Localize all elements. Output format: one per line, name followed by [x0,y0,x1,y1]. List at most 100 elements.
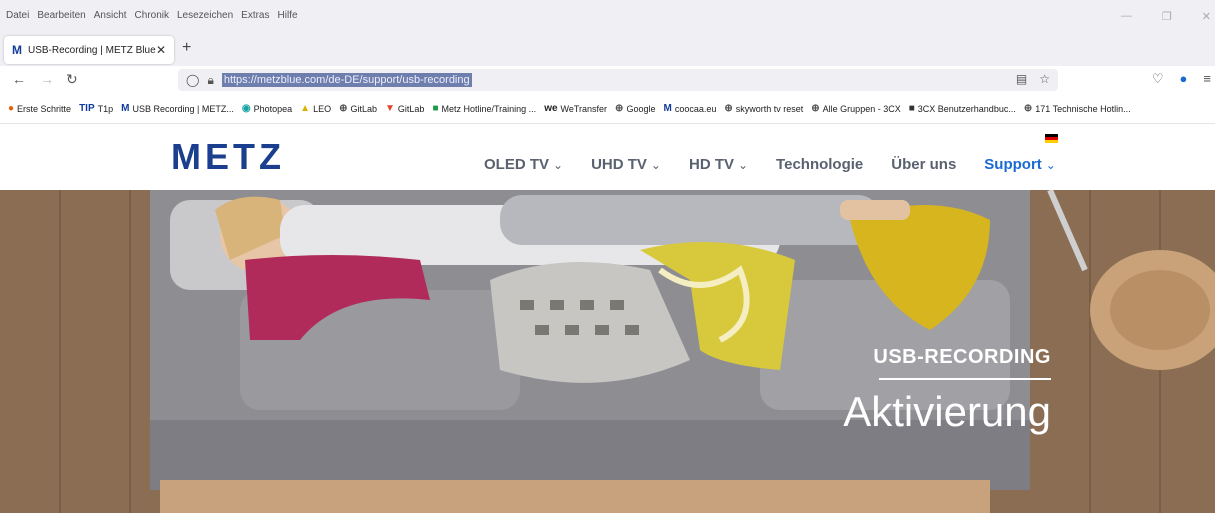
globe-icon: ⊕ [615,103,624,114]
bookmark-label: GitLab [397,103,425,114]
app-menu-icon[interactable]: ≡ [1203,71,1211,87]
tab-usb-recording[interactable]: M USB-Recording | METZ Blue ✕ [4,36,174,64]
chevron-down-icon: ⌄ [650,158,661,172]
nav-item-label: HD TV [688,156,734,173]
bookmark-label: 3CX Benutzerhandbuc... [917,103,1016,114]
bookmark-item[interactable]: ◉ Photopea [242,103,292,114]
bookmark-label: skyworth tv reset [735,103,804,114]
bookmark-item[interactable]: ■ Metz Hotline/Training ... [432,103,536,114]
chevron-down-icon: ⌄ [737,158,749,172]
restore-icon[interactable]: ❐ [1162,10,1172,23]
reader-view-icon[interactable]: ▤ [1016,72,1027,86]
bookmark-item[interactable]: ⊕ GitLab [339,103,377,114]
leo-icon: ▲ [300,103,311,114]
menu-bar: Datei Bearbeiten Ansicht Chronik Lesezei… [0,0,1215,32]
nav-item-oled-tv[interactable]: OLED TV ⌄ [484,156,563,173]
metz-icon: M [663,103,672,114]
globe-icon: ⊕ [724,103,733,114]
menu-extras[interactable]: Extras [241,10,269,21]
nav-item-hd-tv[interactable]: HD TV ⌄ [689,156,748,173]
url-bar[interactable]: ◯ 🔒︎ https://metzblue.com/de-DE/support/… [178,69,1058,91]
menu-datei[interactable]: Datei [6,10,29,21]
bookmark-item[interactable]: TIP T1p [79,103,113,114]
bookmark-label: USB Recording | METZ... [132,103,234,114]
menu-bearbeiten[interactable]: Bearbeiten [37,10,85,21]
chevron-down-icon: ⌄ [553,158,564,172]
hero-kicker: USB-RECORDING [873,346,1051,368]
bookmark-item[interactable]: ▲ LEO [300,103,331,114]
bookmark-item[interactable]: M USB Recording | METZ... [121,103,234,114]
nav-item-label: Support [984,156,1042,173]
bookmark-label: T1p [97,103,114,114]
bookmark-label: Alle Gruppen - 3CX [822,103,901,114]
bookmark-item[interactable]: Mcoocaa.eu [663,103,716,114]
globe-icon: ⊕ [339,103,348,114]
lock-icon[interactable]: 🔒︎ [207,73,213,88]
bookmark-star-icon[interactable]: ☆ [1039,72,1050,86]
bookmarks-bar: ● Erste Schritte TIP T1p M USB Recording | ME… [0,94,1215,124]
metz-logo[interactable]: METZ [171,136,285,178]
minimize-icon[interactable]: — [1121,10,1132,23]
menu-chronik[interactable]: Chronik [135,10,169,21]
toolbar-right: ♡ ● ≡ [1152,71,1211,87]
url-text[interactable]: https://metzblue.com/de-DE/support/usb-r… [221,73,472,87]
bookmark-label: Photopea [253,103,293,114]
bookmark-label: Metz Hotline/Training ... [441,103,537,114]
nav-item--ber-uns[interactable]: Über uns [891,156,956,173]
tab-bar: M USB-Recording | METZ Blue ✕ + [0,32,1215,66]
menu-lesezeichen[interactable]: Lesezeichen [177,10,233,21]
site-header: METZ OLED TV ⌄ UHD TV ⌄ HD TV ⌄ Technologie Übe… [0,124,1215,190]
photopea-icon: ◉ [241,103,251,114]
hero-divider [879,378,1051,380]
globe-icon: ⊕ [811,103,820,114]
bookmark-label: GitLab [350,103,377,114]
metz-favicon-icon: M [12,43,22,57]
back-icon[interactable]: ← [12,71,26,87]
bookmark-item[interactable]: we WeTransfer [544,103,607,114]
de-flag-icon[interactable] [1045,134,1058,143]
bookmark-label: WeTransfer [560,103,608,114]
account-icon[interactable]: ● [1180,71,1188,87]
close-tab-icon[interactable]: ✕ [156,43,166,57]
menu-items: Datei Bearbeiten Ansicht Chronik Lesezei… [6,10,298,21]
nav-item-technologie[interactable]: Technologie [776,156,863,173]
pocket-icon[interactable]: ♡ [1152,71,1164,87]
firefox-icon: ● [8,103,15,114]
bookmark-item[interactable]: ● Erste Schritte [8,103,71,114]
nav-item-support[interactable]: Support ⌄ [984,156,1056,173]
forward-icon[interactable]: → [40,71,54,87]
wetransfer-icon: we [544,103,558,114]
main-navigation: OLED TV ⌄ UHD TV ⌄ HD TV ⌄ Technologie Über uns… [484,156,1056,173]
tab-title: USB-Recording | METZ Blue [28,44,156,56]
hero-title: Aktivierung [843,388,1051,435]
bookmark-item[interactable]: ⊕ Alle Gruppen - 3CX [811,103,900,114]
metz-icon: M [121,103,130,114]
menu-hilfe[interactable]: Hilfe [278,10,298,21]
tip-icon: TIP [79,103,95,114]
bookmark-item[interactable]: ⊕ Google [615,103,655,114]
reload-icon[interactable]: ↻ [66,71,78,88]
gitlab-icon: ▼ [385,103,395,114]
bookmark-item[interactable]: ▼ GitLab [385,103,424,114]
menu-ansicht[interactable]: Ansicht [94,10,127,21]
bookmark-item[interactable]: ⊕ 171 Technische Hotlin... [1024,103,1131,114]
hero-banner: USB-RECORDING Aktivierung [0,190,1215,513]
close-window-icon[interactable]: ✕ [1202,10,1211,23]
nav-item-uhd-tv[interactable]: UHD TV ⌄ [591,156,661,173]
nav-item-label: Über uns [891,156,957,173]
3cx-icon: ■ [908,103,915,114]
bookmark-label: coocaa.eu [674,103,717,114]
bookmark-label: Erste Schritte [17,103,72,114]
shield-icon[interactable]: ◯ [186,73,199,87]
nav-item-label: Technologie [776,156,864,173]
bookmark-item[interactable]: ⊕ skyworth tv reset [724,103,803,114]
bookmark-item[interactable]: ■ 3CX Benutzerhandbuc... [909,103,1016,114]
nav-item-label: UHD TV [591,156,647,173]
new-tab-icon[interactable]: + [182,39,191,57]
navigation-bar: ← → ↻ ◯ 🔒︎ https://metzblue.com/de-DE/su… [0,66,1215,94]
globe-icon: ⊕ [1023,103,1033,114]
bookmark-label: Google [626,103,656,114]
bookmark-label: 171 Technische Hotlin... [1035,103,1131,114]
nav-item-label: OLED TV [484,156,550,173]
window-controls: — ❐ ✕ [1121,10,1215,23]
